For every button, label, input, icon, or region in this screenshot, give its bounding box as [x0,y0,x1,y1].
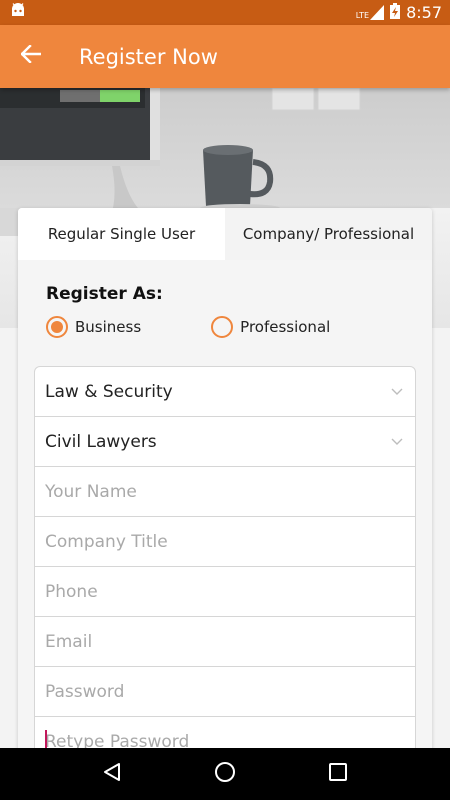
register-as-radio-group: Business Professional [46,315,432,339]
category-dropdown[interactable]: Law & Security [35,367,415,417]
chevron-down-icon [391,383,403,401]
status-time: 8:57 [406,3,442,22]
nav-home-button[interactable] [205,754,245,794]
radio-business-label: Business [75,318,142,336]
phone-field-row [35,567,415,617]
register-as-label: Register As: [46,284,163,304]
nav-recents-button[interactable] [318,754,358,794]
radio-unchecked-icon [211,316,234,338]
status-bar: LTE 8:57 [0,0,450,25]
lte-signal-icon: LTE [355,5,385,20]
arrow-back-icon [20,44,42,68]
company-field-row [35,517,415,567]
email-field-row [35,617,415,667]
password-input[interactable] [45,681,403,702]
radio-checked-icon [46,316,68,338]
nav-back-button[interactable] [92,754,132,794]
name-input[interactable] [45,481,403,502]
app-bar: Register Now [0,25,450,88]
network-type: LTE [355,11,370,20]
company-title-input[interactable] [45,531,403,552]
name-field-row [35,467,415,517]
registration-form: Law & Security Civil Lawyers [34,366,416,768]
battery-charging-icon [390,2,401,23]
user-type-tabs: Regular Single User Company/ Professiona… [18,208,432,260]
radio-business[interactable]: Business [46,316,141,338]
tab-regular-single-user[interactable]: Regular Single User [18,208,225,260]
chevron-down-icon [391,433,403,451]
password-field-row [35,667,415,717]
square-recents-icon [329,762,348,786]
subcategory-dropdown[interactable]: Civil Lawyers [35,417,415,467]
back-button[interactable] [0,25,62,88]
radio-professional-label: Professional [240,318,331,336]
system-nav-bar [0,748,450,800]
tab-company-professional[interactable]: Company/ Professional [225,208,432,260]
page-title: Register Now [79,44,218,69]
android-icon [10,3,26,22]
radio-professional[interactable]: Professional [211,316,330,338]
subcategory-value: Civil Lawyers [45,431,157,452]
triangle-back-icon [102,762,122,787]
registration-card: Regular Single User Company/ Professiona… [18,208,432,768]
circle-home-icon [214,761,236,788]
email-input[interactable] [45,631,403,652]
category-value: Law & Security [45,381,173,402]
phone-input[interactable] [45,581,403,602]
